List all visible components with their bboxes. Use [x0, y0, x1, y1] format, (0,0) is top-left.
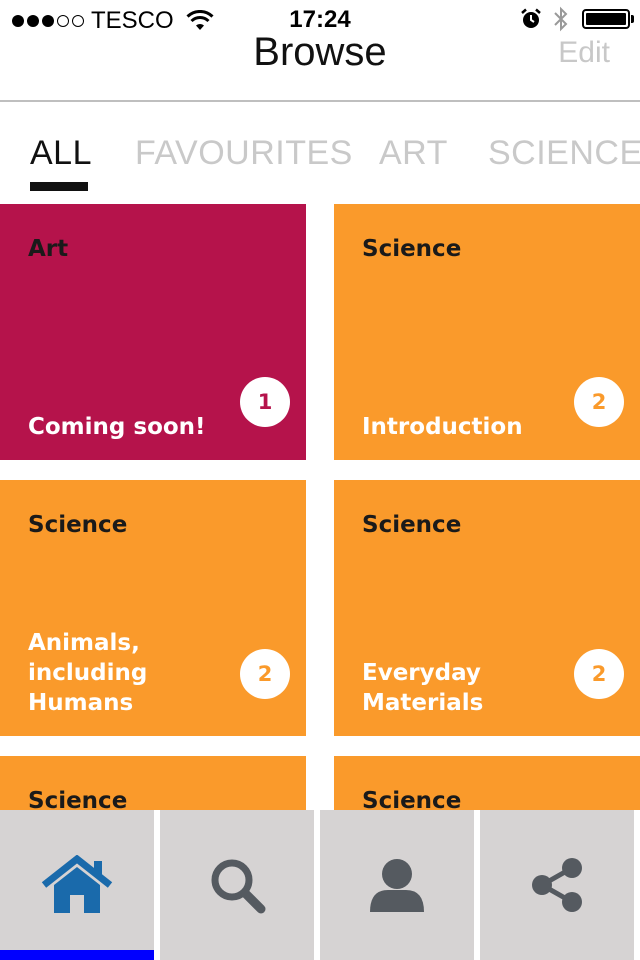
tab-favourites[interactable]: FAVOURITES — [135, 134, 353, 173]
nav-divider — [0, 100, 640, 102]
count-badge: 2 — [240, 649, 290, 699]
profile-icon — [370, 859, 424, 912]
category-tabs: ALL FAVOURITES ART SCIENCE — [0, 128, 640, 198]
card-title: Everyday Materials — [362, 660, 484, 716]
tab-art[interactable]: ART — [379, 134, 448, 173]
home-icon — [41, 855, 113, 913]
edit-button[interactable]: Edit — [558, 36, 610, 70]
share-tab[interactable] — [480, 810, 634, 960]
card-category: Science — [362, 512, 462, 538]
card-category: Science — [362, 788, 462, 810]
count-badge: 1 — [240, 377, 290, 427]
card-title: Animals, including Humans — [28, 630, 148, 716]
card-title: Coming soon! — [28, 414, 206, 440]
count-badge: 2 — [574, 649, 624, 699]
bluetooth-icon — [554, 6, 568, 32]
topic-card[interactable]: Science 2 Animals, including Humans — [0, 480, 306, 736]
topic-card[interactable]: Science 2 Everyday Materials — [334, 480, 640, 736]
card-title: Introduction — [362, 414, 523, 440]
card-category: Art — [28, 236, 69, 262]
active-tab-indicator — [0, 950, 154, 960]
count-badge: 2 — [574, 377, 624, 427]
alarm-icon — [521, 8, 541, 28]
page-title: Browse — [253, 30, 387, 74]
bottom-tab-bar — [0, 810, 640, 960]
card-category: Science — [362, 236, 462, 262]
profile-tab[interactable] — [320, 810, 474, 960]
active-tab-indicator — [30, 182, 88, 191]
topic-card[interactable]: Art 1 Coming soon! — [0, 204, 306, 460]
status-icons — [520, 6, 634, 32]
battery-icon — [582, 9, 634, 29]
search-tab[interactable] — [160, 810, 314, 960]
card-category: Science — [28, 512, 128, 538]
share-icon — [532, 858, 582, 912]
home-tab[interactable] — [0, 810, 154, 960]
tab-science[interactable]: SCIENCE — [488, 134, 640, 173]
tab-all[interactable]: ALL — [30, 134, 92, 173]
topic-card[interactable]: Science — [0, 756, 306, 810]
topic-card[interactable]: Science — [334, 756, 640, 810]
topic-card[interactable]: Science 2 Introduction — [334, 204, 640, 460]
search-icon — [211, 859, 266, 914]
card-category: Science — [28, 788, 128, 810]
